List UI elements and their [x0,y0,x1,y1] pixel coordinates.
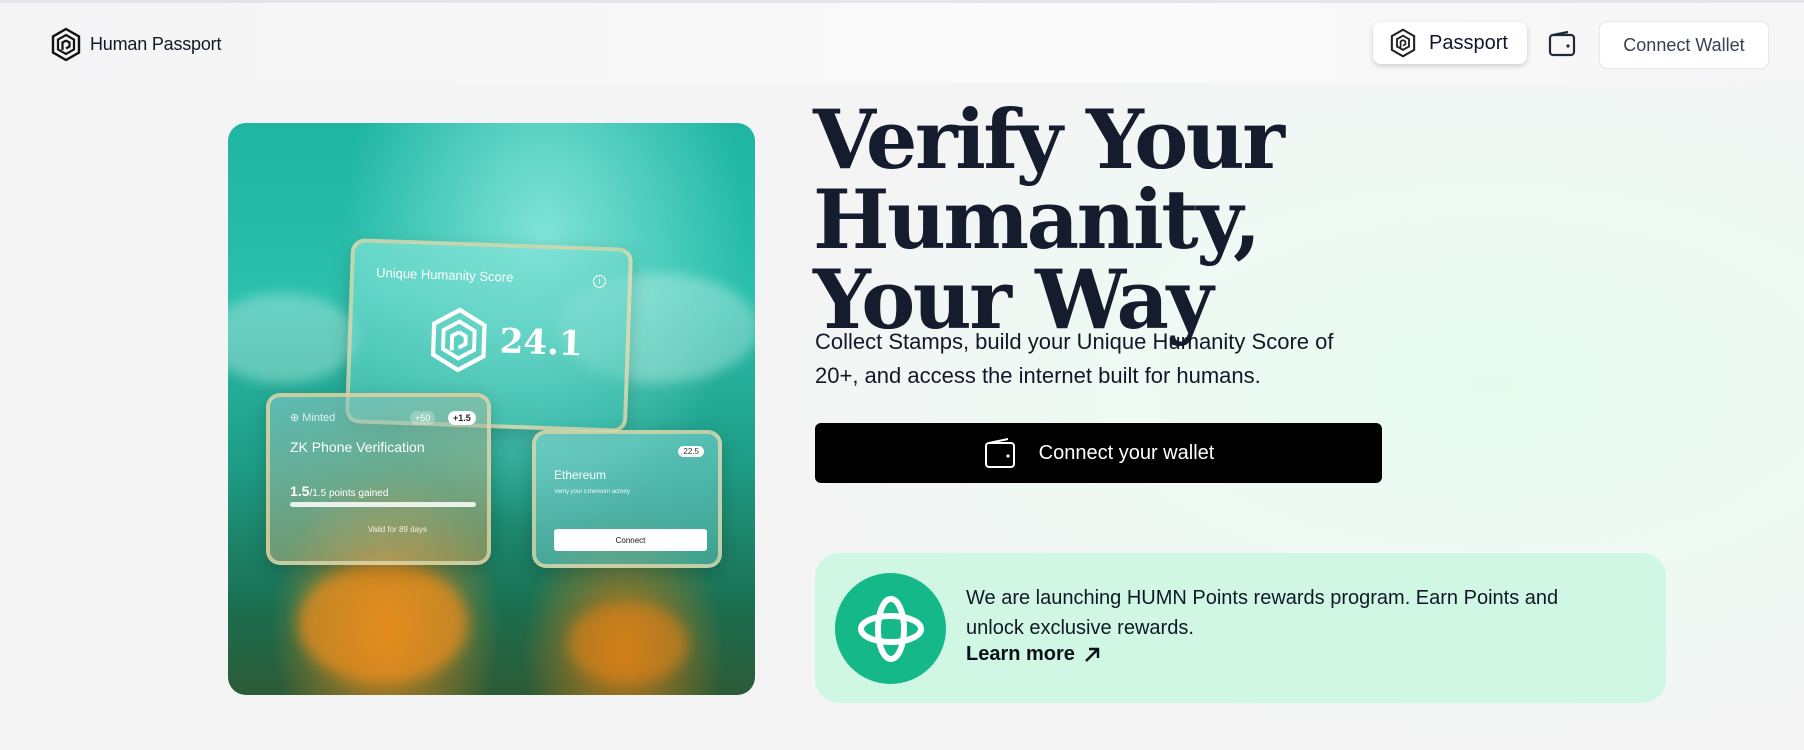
points-badge: +50 [410,411,436,425]
validity-text: Valid for 89 days [368,525,427,534]
humn-points-banner: We are launching HUMN Points rewards pro… [815,553,1666,703]
passport-logo-icon [51,27,81,62]
score-badge: +1.5 [448,411,476,425]
minted-status: ⊕ Minted [290,412,336,424]
connect-your-wallet-button[interactable]: Connect your wallet [815,423,1382,483]
connect-wallet-button[interactable]: Connect Wallet [1599,21,1769,69]
arrow-up-right-icon [1085,647,1100,662]
learn-more-link[interactable]: Learn more [966,643,1101,666]
cloud [228,293,358,383]
brand-name: Human Passport [90,34,222,54]
ethereum-stamp-card: 22.5 Ethereum Verify your Ethereum activ… [532,430,722,568]
score-badge: 22.5 [678,446,704,457]
score-value: 24.1 [499,321,584,365]
wallet-icon [984,438,1015,468]
top-nav: Human Passport Passport Connect Wallet [0,3,1804,83]
page-title: Verify Your Humanity, Your Way [813,100,1713,341]
passport-logo-icon [1390,28,1416,58]
info-icon: i [592,274,607,289]
hero-description: Collect Stamps, build your Unique Humani… [815,329,1334,388]
learn-more-label: Learn more [966,643,1075,665]
stamp-description: Verify your Ethereum activity [554,489,631,495]
score-card-title: Unique Humanity Score [375,265,514,285]
card-connect-button: Connect [554,529,707,551]
phone-verification-card: ⊕ Minted +50 +1.5 ZK Phone Verification … [266,393,491,565]
passport-button[interactable]: Passport [1373,22,1527,64]
flowers [298,563,468,683]
promo-text: We are launching HUMN Points rewards pro… [966,587,1559,639]
brand-logo[interactable]: Human Passport [50,27,221,62]
passport-logo-icon [430,307,487,373]
cta-label: Connect your wallet [1038,441,1215,464]
humn-points-icon [835,573,946,684]
stamp-name: ZK Phone Verification [290,439,425,455]
wallet-icon[interactable] [1546,29,1578,59]
hero-illustration: Unique Humanity Score i 24.1 ⊕ Minted +5… [228,123,755,695]
stamp-name: Ethereum [554,468,607,482]
points-progress-bar [290,502,476,507]
flowers [568,603,688,683]
passport-button-label: Passport [1429,31,1508,54]
points-gained: 1.5/1.5 points gained [290,483,389,499]
title-line-1: Verify Your Humanity, [813,93,1285,268]
